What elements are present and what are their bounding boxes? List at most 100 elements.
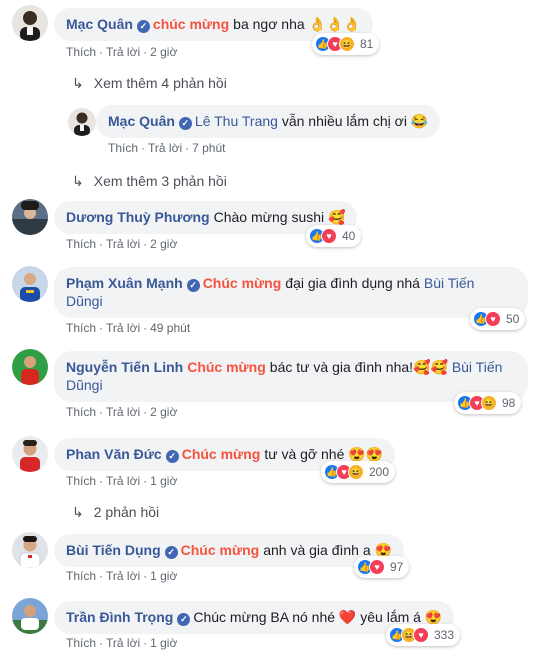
comment-tag: Chúc mừng [180, 542, 260, 558]
comment-text: tư và gỡ nhé [264, 446, 345, 462]
comment-time[interactable]: 7 phút [192, 141, 225, 155]
mention-link[interactable]: Lê Thu Trang [195, 113, 278, 129]
reaction-count: 333 [434, 628, 455, 642]
verified-badge-icon: ✓ [136, 20, 150, 33]
comment-time[interactable]: 1 giờ [150, 636, 177, 650]
verified-badge-icon: ✓ [164, 546, 178, 559]
comment-time[interactable]: 1 giờ [150, 569, 177, 583]
mention-link-cont[interactable]: Dũngi [66, 293, 103, 309]
avatar[interactable] [68, 108, 96, 136]
verified-badge-icon: ✓ [186, 279, 200, 292]
heart-emoji: ❤️ [338, 609, 357, 625]
reply-link[interactable]: Trả lời [106, 569, 140, 583]
verified-badge-icon: ✓ [165, 450, 179, 463]
love-reaction-icon: ♥ [321, 228, 337, 244]
reply-link[interactable]: Trả lời [106, 321, 140, 335]
comment-tag: Chúc mừng [187, 359, 266, 375]
commenter-name[interactable]: Dương Thuỳ Phương [66, 209, 210, 225]
comment-text: vẫn nhiều lắm chị ơi [281, 113, 407, 129]
reaction-count: 98 [502, 396, 516, 410]
love-reaction-icon: ♥ [485, 311, 501, 327]
view-more-replies[interactable]: ↳ Xem thêm 3 phản hồi [72, 173, 227, 190]
mention-link[interactable]: Bùi Tiến [424, 275, 475, 291]
comment-actions: Thích · Trả lời · 1 giờ [66, 636, 178, 650]
reaction-summary[interactable]: 👍 ♥ 😆 81 [312, 33, 380, 55]
comment-text: Chào mừng sushi [213, 209, 325, 225]
reaction-count: 97 [390, 560, 404, 574]
reaction-count: 81 [360, 37, 374, 51]
reply-link[interactable]: Trả lời [148, 141, 182, 155]
like-link[interactable]: Thích [108, 141, 138, 155]
reaction-summary[interactable]: 👍 ♥ 40 [306, 225, 362, 247]
view-more-label: 2 phản hồi [93, 504, 160, 520]
reaction-summary[interactable]: 👍 ♥ 97 [354, 556, 410, 578]
view-more-replies[interactable]: ↳ 2 phản hồi [72, 504, 159, 521]
comment-tag: Chúc mừng [181, 446, 261, 462]
reply-link[interactable]: Trả lời [106, 405, 140, 419]
commenter-name[interactable]: Bùi Tiến Dụng [66, 542, 161, 558]
commenter-name[interactable]: Phạm Xuân Mạnh [66, 275, 183, 291]
view-more-label: Xem thêm 4 phản hồi [93, 75, 227, 91]
reply-link[interactable]: Trả lời [106, 237, 140, 251]
commenter-name[interactable]: Nguyễn Tiến Linh [66, 359, 183, 375]
comment-emoji: 😍 [374, 542, 392, 558]
reply-arrow-icon: ↳ [72, 504, 84, 520]
comment-emoji: 🥰🥰 [413, 359, 448, 375]
like-link[interactable]: Thích [66, 405, 96, 419]
like-link[interactable]: Thích [66, 636, 96, 650]
avatar[interactable] [12, 199, 48, 235]
avatar[interactable] [12, 266, 48, 302]
comment-text: bác tư và gia đình nha! [269, 359, 414, 375]
comment-time[interactable]: 1 giờ [150, 474, 177, 488]
reaction-summary[interactable]: 👍 ♥ 50 [470, 308, 526, 330]
reaction-summary[interactable]: 👍 ♥ 😆 200 [321, 461, 396, 483]
reaction-count: 200 [369, 465, 390, 479]
view-more-replies[interactable]: ↳ Xem thêm 4 phản hồi [72, 75, 227, 92]
commenter-name[interactable]: Mạc Quân [66, 16, 133, 32]
verified-badge-icon: ✓ [177, 613, 191, 626]
love-reaction-icon: ♥ [413, 627, 429, 643]
comment-actions: Thích · Trả lời · 2 giờ [66, 405, 178, 419]
reaction-summary[interactable]: 👍 😆 ♥ 333 [386, 624, 461, 646]
avatar[interactable] [12, 5, 48, 41]
reply-arrow-icon: ↳ [72, 173, 84, 189]
mention-link-cont[interactable]: Dũngi [66, 377, 103, 393]
like-link[interactable]: Thích [66, 569, 96, 583]
comment-emoji: 😍 [424, 609, 443, 625]
reply-link[interactable]: Trả lời [106, 636, 140, 650]
like-link[interactable]: Thích [66, 45, 96, 59]
commenter-name[interactable]: Trần Đình Trọng [66, 609, 173, 625]
reaction-summary[interactable]: 👍 ♥ 😆 98 [454, 392, 522, 414]
view-more-label: Xem thêm 3 phản hồi [93, 173, 227, 189]
like-link[interactable]: Thích [66, 321, 96, 335]
comment-actions: Thích · Trả lời · 1 giờ [66, 569, 178, 583]
like-link[interactable]: Thích [66, 474, 96, 488]
comment-time[interactable]: 2 giờ [150, 45, 177, 59]
like-link[interactable]: Thích [66, 237, 96, 251]
comment-time[interactable]: 2 giờ [150, 237, 177, 251]
comment-actions: Thích · Trả lời · 1 giờ [66, 474, 178, 488]
reply-link[interactable]: Trả lời [106, 45, 140, 59]
haha-reaction-icon: 😆 [348, 464, 364, 480]
comment-time[interactable]: 2 giờ [150, 405, 177, 419]
comment-bubble: Bùi Tiến Dụng ✓ Chúc mừng anh và gia đình a… [54, 534, 404, 567]
reaction-count: 40 [342, 229, 356, 243]
comment-emoji: 😂 [410, 113, 429, 129]
avatar[interactable] [12, 532, 48, 568]
commenter-name[interactable]: Mạc Quân [108, 113, 175, 129]
comment-text-2: yêu lắm á [360, 609, 421, 625]
reply-link[interactable]: Trả lời [106, 474, 140, 488]
reply-bubble: Mạc Quân ✓ Lê Thu Trang vẫn nhiều lắm chị … [96, 105, 441, 138]
avatar[interactable] [12, 349, 48, 385]
comment-tag: Chúc mừng [202, 275, 282, 291]
comment-text: Chúc mừng BA nó nhé [193, 609, 336, 625]
comment-actions: Thích · Trả lời · 49 phút [66, 321, 191, 335]
comment-time[interactable]: 49 phút [150, 321, 190, 335]
commenter-name[interactable]: Phan Văn Đức [66, 446, 162, 462]
comment-text: đại gia đình dụng nhá [285, 275, 420, 291]
mention-link[interactable]: Bùi Tiến [452, 359, 503, 375]
avatar[interactable] [12, 598, 48, 634]
reaction-count: 50 [506, 312, 520, 326]
avatar[interactable] [12, 436, 48, 472]
haha-reaction-icon: 😆 [339, 36, 355, 52]
